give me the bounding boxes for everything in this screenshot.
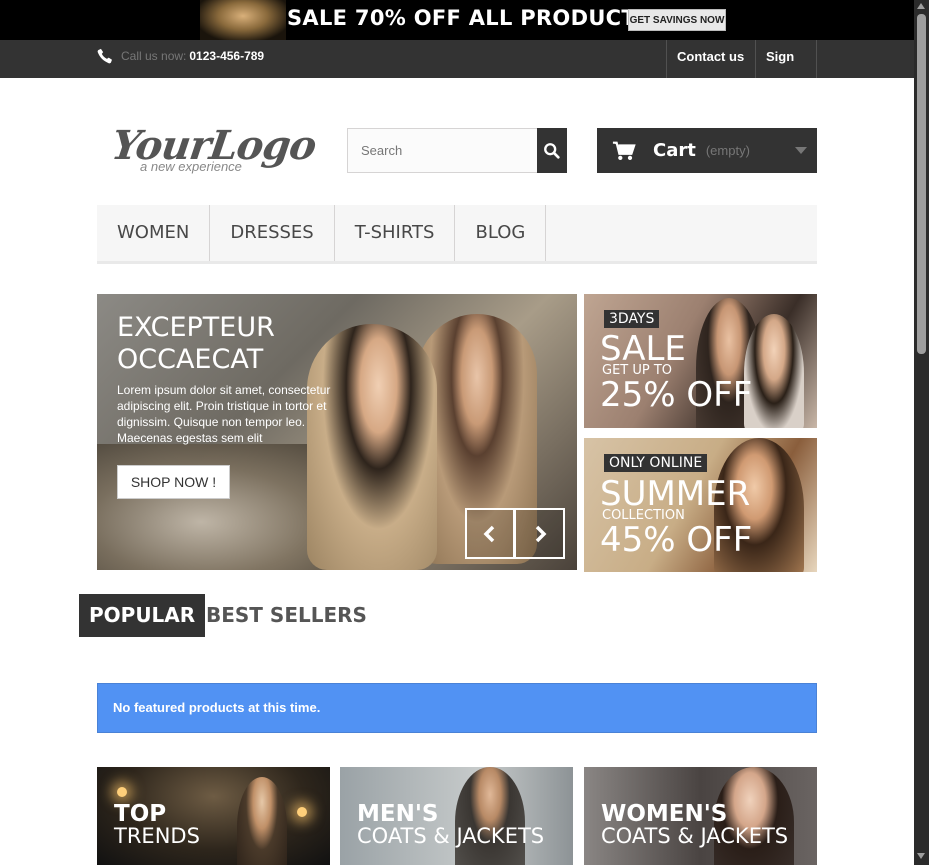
cart-icon — [612, 141, 636, 160]
promo-headline: SALE — [600, 329, 686, 369]
slider-next-button[interactable] — [515, 508, 565, 559]
slider-title-line: EXCEPTEUR — [117, 312, 275, 343]
promo-banner-summer[interactable]: ONLY ONLINE SUMMER COLLECTION 45% OFF — [584, 438, 817, 572]
cart-button[interactable]: Cart (empty) — [597, 128, 817, 173]
category-subtitle: COATS & JACKETS — [357, 824, 545, 848]
menu-item-dresses[interactable]: DRESSES — [210, 205, 335, 261]
category-model-image — [237, 777, 287, 865]
search-box — [347, 128, 567, 173]
page-scrollbar[interactable] — [914, 0, 929, 865]
category-subtitle: TRENDS — [114, 824, 200, 848]
promo-offer: 45% OFF — [600, 520, 753, 560]
category-title: WOMEN'S — [601, 801, 728, 827]
phone-contact: Call us now: 0123-456-789 — [96, 47, 264, 65]
search-input[interactable] — [348, 129, 537, 172]
category-model-image — [455, 767, 525, 865]
scroll-down-arrow[interactable] — [917, 853, 925, 859]
cart-status: (empty) — [705, 143, 750, 158]
category-top-trends[interactable]: TOP TRENDS — [97, 767, 330, 865]
promo-model-image — [744, 314, 804, 428]
main-menu: WOMEN DRESSES T-SHIRTS BLOG — [97, 205, 817, 264]
tab-best-sellers[interactable]: BEST SELLERS — [196, 594, 377, 637]
get-savings-button[interactable]: GET SAVINGS NOW — [628, 9, 726, 31]
logo-tagline: a new experience — [140, 159, 242, 174]
search-icon — [544, 142, 560, 159]
cart-label: Cart — [653, 140, 696, 161]
category-subtitle: COATS & JACKETS — [601, 824, 789, 848]
chevron-down-icon — [795, 147, 807, 154]
slider-prev-button[interactable] — [465, 508, 515, 559]
promo-offer: 25% OFF — [600, 375, 753, 415]
menu-item-women[interactable]: WOMEN — [97, 205, 211, 261]
street-light — [117, 787, 127, 797]
category-mens-coats[interactable]: MEN'S COATS & JACKETS — [340, 767, 573, 865]
category-womens-coats[interactable]: WOMEN'S COATS & JACKETS — [584, 767, 817, 865]
menu-item-tshirts[interactable]: T-SHIRTS — [335, 205, 456, 261]
slider-description: Lorem ipsum dolor sit amet, consectetur … — [117, 383, 331, 445]
chevron-right-icon — [535, 525, 546, 542]
tab-popular[interactable]: POPULAR — [79, 594, 206, 637]
search-button[interactable] — [537, 128, 567, 173]
shop-now-button[interactable]: SHOP NOW ! — [117, 465, 230, 499]
banner-model-image — [200, 0, 286, 40]
no-products-alert: No featured products at this time. — [97, 683, 817, 733]
street-light — [297, 807, 307, 817]
promo-banner-sale[interactable]: 3DAYS SALE GET UP TO 25% OFF — [584, 294, 817, 428]
category-title: TOP — [114, 801, 167, 827]
sign-in-link[interactable]: Sign in — [755, 40, 817, 98]
category-title: MEN'S — [357, 801, 439, 827]
hero-slider: EXCEPTEUR OCCAECAT Lorem ipsum dolor sit… — [97, 294, 577, 570]
phone-icon — [97, 48, 112, 64]
contact-us-link[interactable]: Contact us — [666, 40, 755, 78]
slider-title: EXCEPTEUR OCCAECAT — [117, 312, 417, 376]
top-nav-bar: Call us now: 0123-456-789 Contact us Sig… — [0, 40, 914, 98]
call-label: Call us now: — [121, 49, 187, 63]
scroll-thumb[interactable] — [917, 14, 926, 354]
scroll-up-arrow[interactable] — [917, 3, 925, 9]
site-logo[interactable]: YourLogo a new experience — [109, 122, 319, 176]
menu-item-blog[interactable]: BLOG — [455, 205, 547, 261]
promo-headline: SUMMER — [600, 474, 751, 514]
promo-tag: 3DAYS — [604, 310, 660, 328]
chevron-left-icon — [483, 525, 495, 542]
banner-text: SALE 70% OFF ALL PRODUCTS — [287, 6, 652, 30]
phone-number: 0123-456-789 — [189, 49, 265, 63]
top-banner[interactable]: SALE 70% OFF ALL PRODUCTS GET SAVINGS NO… — [0, 0, 914, 40]
promo-tag: ONLY ONLINE — [604, 454, 708, 472]
slider-title-line: OCCAECAT — [117, 344, 264, 375]
